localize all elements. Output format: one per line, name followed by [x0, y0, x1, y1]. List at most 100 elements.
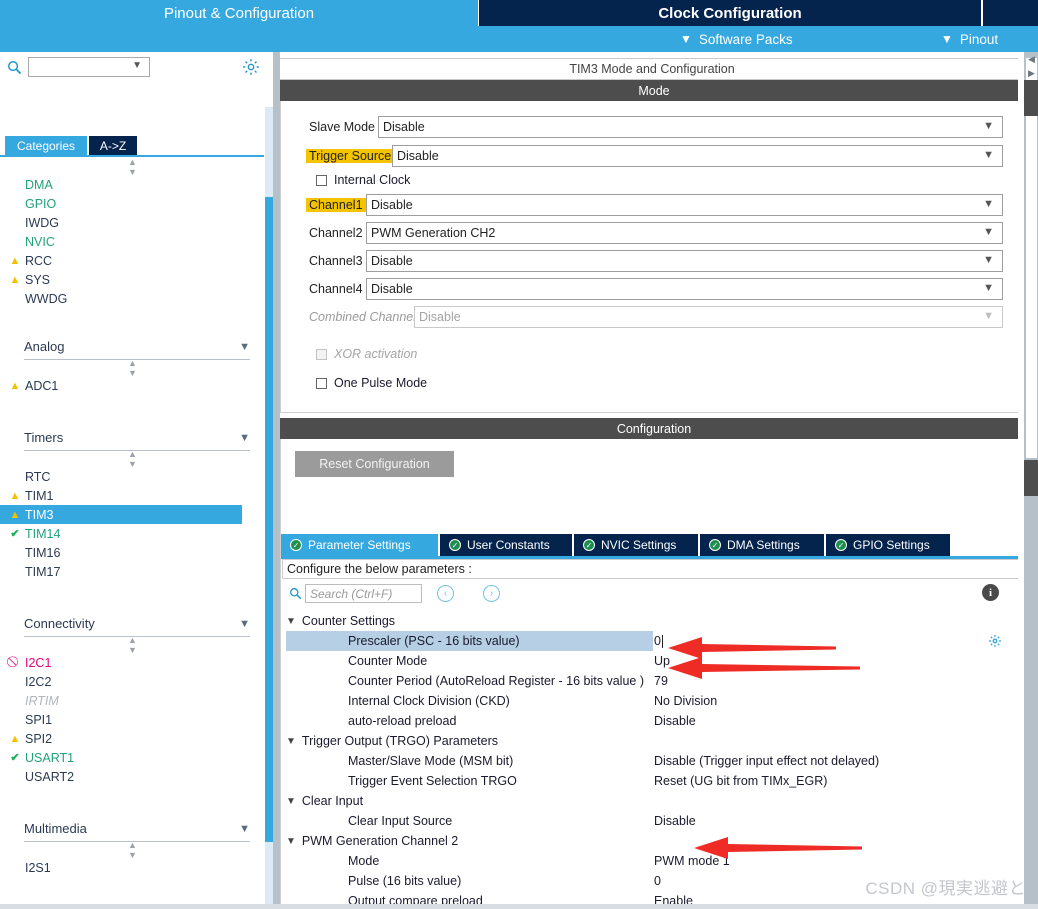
sidebar-item-tim1[interactable]: ▲ TIM1: [0, 486, 264, 505]
parameter-value[interactable]: Disable (Trigger input effect not delaye…: [654, 751, 879, 771]
sidebar-item-tim17[interactable]: TIM17: [0, 562, 264, 581]
tab-parameter-settings[interactable]: ✓ Parameter Settings: [281, 534, 438, 556]
scroll-down-arrow-icon[interactable]: ▶: [1026, 68, 1037, 79]
chevron-down-icon: ▼: [983, 198, 994, 210]
sidebar-item-tim3[interactable]: ▲ TIM3: [0, 505, 242, 524]
parameter-value[interactable]: Up: [654, 651, 670, 671]
parameter-value[interactable]: PWM mode 1: [654, 851, 730, 871]
parameter-group-counter-settings[interactable]: ▼ Counter Settings: [282, 611, 1026, 631]
reset-configuration-button[interactable]: Reset Configuration: [295, 451, 454, 477]
sidebar-tab-categories[interactable]: Categories: [5, 136, 87, 156]
sidebar-item-gpio[interactable]: GPIO: [0, 194, 264, 213]
mode-checkbox-one-pulse-mode[interactable]: One Pulse Mode: [316, 376, 427, 390]
panel-scrollbar-thumb-lower[interactable]: [1024, 460, 1038, 496]
sidebar-scrollbar-thumb[interactable]: [265, 197, 273, 842]
sidebar-spinner[interactable]: ▲ ▼: [0, 635, 264, 655]
parameter-row-master-slave-mode-msm-bit[interactable]: Master/Slave Mode (MSM bit) Disable (Trig…: [282, 751, 1026, 771]
sidebar-item-i2c1[interactable]: ⃠I2C1: [0, 653, 264, 672]
sidebar-item-iwdg[interactable]: IWDG: [0, 213, 264, 232]
parameter-value[interactable]: Reset (UG bit from TIMx_EGR): [654, 771, 827, 791]
mode-select-channel4[interactable]: Disable ▼: [366, 278, 1003, 300]
tab-right-stub[interactable]: [983, 0, 1038, 26]
parameter-row-counter-mode[interactable]: Counter Mode Up: [282, 651, 1026, 671]
mode-row-label: Channel2: [309, 226, 363, 240]
sidebar-item-adc1[interactable]: ▲ ADC1: [0, 376, 264, 395]
parameter-row-internal-clock-division-ckd[interactable]: Internal Clock Division (CKD) No Division: [282, 691, 1026, 711]
parameter-group-clear-input[interactable]: ▼ Clear Input: [282, 791, 1026, 811]
sidebar-item-rtc[interactable]: RTC: [0, 467, 264, 486]
parameter-group-pwm-generation-channel-2[interactable]: ▼ PWM Generation Channel 2: [282, 831, 1026, 851]
parameter-name: Master/Slave Mode (MSM bit): [348, 754, 514, 768]
tab-gpio-settings[interactable]: ✓ GPIO Settings: [826, 534, 950, 556]
software-packs-menu[interactable]: ▼ Software Packs: [680, 26, 793, 52]
sidebar-item-tim16[interactable]: TIM16: [0, 543, 264, 562]
sidebar-spinner[interactable]: ▲ ▼: [0, 840, 264, 860]
parameter-value[interactable]: Disable: [654, 811, 696, 831]
sidebar-item-sys[interactable]: ▲ SYS: [0, 270, 264, 289]
sidebar-item-spi1[interactable]: SPI1: [0, 710, 264, 729]
mode-select-trigger-source[interactable]: Disable ▼: [392, 145, 1003, 167]
tab-pinout-and-configuration[interactable]: Pinout & Configuration: [0, 0, 478, 26]
sidebar-item-usart2[interactable]: USART2: [0, 767, 264, 786]
parameter-row-auto-reload-preload[interactable]: auto-reload preload Disable: [282, 711, 1026, 731]
parameter-row-prescaler-psc-16-bits-value[interactable]: Prescaler (PSC - 16 bits value) 0: [282, 631, 1026, 651]
panel-scrollbar-thumb-upper[interactable]: [1024, 80, 1038, 116]
mode-select-combined-channels[interactable]: Disable ▼: [414, 306, 1003, 328]
pinout-menu[interactable]: ▼ Pinout: [941, 26, 998, 52]
parameter-row-trigger-event-selection-trgo[interactable]: Trigger Event Selection TRGO Reset (UG bi…: [282, 771, 1026, 791]
parameter-row-counter-period-autoreload-register-16-bits-value[interactable]: Counter Period (AutoReload Register - 16…: [282, 671, 1026, 691]
check-icon: ✔: [10, 528, 20, 540]
tab-clock-configuration[interactable]: Clock Configuration: [479, 0, 981, 26]
sidebar-group-connectivity[interactable]: Connectivity ▼: [24, 611, 250, 637]
sidebar-tab-a-to-z[interactable]: A->Z: [89, 136, 137, 156]
warning-icon: ▲: [9, 254, 21, 267]
sidebar-group-timers[interactable]: Timers ▼: [24, 425, 250, 451]
sidebar-item-rcc[interactable]: ▲ RCC: [0, 251, 264, 270]
sidebar-item-irtim[interactable]: IRTIM: [0, 691, 264, 710]
mode-select-channel2[interactable]: PWM Generation CH2 ▼: [366, 222, 1003, 244]
sidebar-search-combo[interactable]: ▼: [28, 57, 150, 77]
top-banner: Pinout & Configuration Clock Configurati…: [0, 0, 1038, 52]
nav-forward-button[interactable]: ›: [483, 585, 500, 602]
mode-select-channel1[interactable]: Disable ▼: [366, 194, 1003, 216]
sidebar-item-tim14[interactable]: ✔ TIM14: [0, 524, 264, 543]
mode-checkbox-internal-clock[interactable]: Internal Clock: [316, 173, 410, 187]
sidebar-item-spi2[interactable]: ▲ SPI2: [0, 729, 264, 748]
sidebar-group-multimedia[interactable]: Multimedia ▼: [24, 816, 250, 842]
nav-back-button[interactable]: ‹: [437, 585, 454, 602]
tab-nvic-settings[interactable]: ✓ NVIC Settings: [574, 534, 698, 556]
sidebar-item-wwdg[interactable]: WWDG: [0, 289, 264, 308]
parameter-value[interactable]: 79: [654, 671, 668, 691]
check-circle-icon: ✓: [583, 539, 595, 551]
info-icon[interactable]: i: [982, 584, 999, 601]
mode-checkbox-xor-activation[interactable]: XOR activation: [316, 347, 417, 361]
warning-icon: ▲: [9, 508, 21, 521]
parameter-row-mode[interactable]: Mode PWM mode 1: [282, 851, 1026, 871]
mode-select-channel3[interactable]: Disable ▼: [366, 250, 1003, 272]
parameter-value[interactable]: 0: [654, 871, 661, 891]
parameter-value[interactable]: Disable: [654, 711, 696, 731]
sidebar-group-analog[interactable]: Analog ▼: [24, 334, 250, 360]
sidebar-spinner[interactable]: ▲ ▼: [0, 358, 264, 378]
gear-icon[interactable]: [988, 634, 1002, 648]
tab-dma-settings[interactable]: ✓ DMA Settings: [700, 534, 824, 556]
parameter-value[interactable]: No Division: [654, 691, 717, 711]
parameter-group-trigger-output-trgo-parameters[interactable]: ▼ Trigger Output (TRGO) Parameters: [282, 731, 1026, 751]
mode-row-label: Channel1: [306, 198, 366, 212]
sidebar-item-label: SPI2: [25, 731, 53, 746]
sidebar-item-i2s1[interactable]: I2S1: [0, 858, 264, 877]
parameter-value[interactable]: 0: [654, 631, 663, 651]
parameter-row-clear-input-source[interactable]: Clear Input Source Disable: [282, 811, 1026, 831]
sidebar-item-i2c2[interactable]: I2C2: [0, 672, 264, 691]
gear-icon[interactable]: [241, 57, 261, 77]
sidebar-spinner[interactable]: ▲ ▼: [0, 449, 264, 469]
mode-select-slave-mode[interactable]: Disable ▼: [378, 116, 1003, 138]
parameter-search-input[interactable]: [305, 584, 422, 603]
sidebar-item-usart1[interactable]: ✔ USART1: [0, 748, 264, 767]
sidebar-spinner[interactable]: ▲ ▼: [0, 159, 264, 177]
tab-user-constants[interactable]: ✓ User Constants: [440, 534, 572, 556]
sidebar-item-dma[interactable]: DMA: [0, 175, 264, 194]
chevron-down-icon: ▼: [239, 431, 250, 444]
sidebar-item-nvic[interactable]: NVIC: [0, 232, 264, 251]
scroll-up-arrow-icon[interactable]: ◀: [1026, 54, 1037, 65]
